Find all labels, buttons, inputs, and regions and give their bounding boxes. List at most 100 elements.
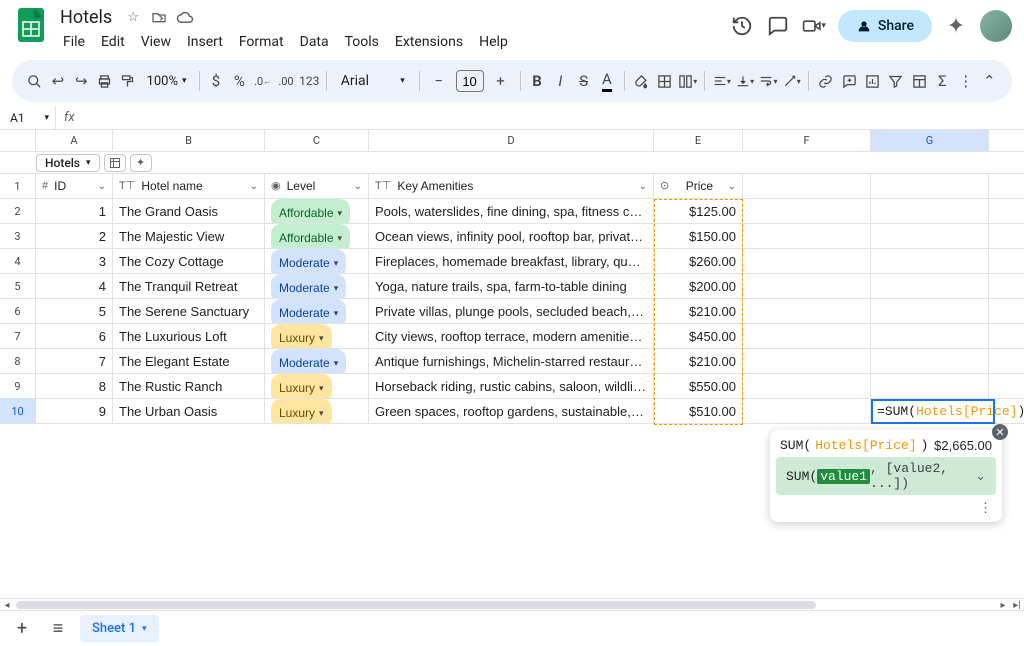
scroll-right-icon[interactable]: ▸: [996, 599, 1010, 611]
search-icon[interactable]: [24, 68, 45, 94]
cell[interactable]: [871, 249, 989, 273]
avatar[interactable]: [980, 10, 1012, 42]
more-icon[interactable]: ⋮: [955, 68, 976, 94]
menu-edit[interactable]: Edit: [94, 30, 132, 54]
merge-icon[interactable]: ▾: [677, 68, 698, 94]
cell-id[interactable]: 1: [36, 199, 113, 223]
filter-icon[interactable]: [885, 68, 906, 94]
cell-level[interactable]: Luxury ▾: [265, 324, 369, 348]
dec-increase-icon[interactable]: .00: [275, 68, 296, 94]
cell-id[interactable]: 5: [36, 299, 113, 323]
valign-icon[interactable]: ▾: [734, 68, 755, 94]
cell[interactable]: [743, 299, 871, 323]
cell-price[interactable]: $450.00: [654, 324, 743, 348]
gemini-icon[interactable]: ✦: [944, 14, 968, 38]
col-header-E[interactable]: E: [654, 130, 743, 151]
wrap-icon[interactable]: ▾: [758, 68, 779, 94]
all-sheets-icon[interactable]: ≡: [44, 615, 72, 643]
cell[interactable]: [743, 324, 871, 348]
rotate-icon[interactable]: ▾: [781, 68, 802, 94]
cell-amenities[interactable]: Pools, waterslides, fine dining, spa, fi…: [369, 199, 654, 223]
cell-name[interactable]: The Luxurious Loft: [113, 324, 265, 348]
header-id[interactable]: #ID⌄: [36, 174, 113, 198]
scroll-left-icon[interactable]: ◂: [0, 599, 14, 611]
cell-level[interactable]: Moderate ▾: [265, 249, 369, 273]
row-header[interactable]: 7: [0, 324, 36, 348]
cell-price[interactable]: $550.00: [654, 374, 743, 398]
move-icon[interactable]: [150, 8, 168, 26]
cell-level[interactable]: Moderate ▾: [265, 349, 369, 373]
row-header[interactable]: 10: [0, 399, 36, 423]
cell[interactable]: [871, 224, 989, 248]
cell-name[interactable]: The Serene Sanctuary: [113, 299, 265, 323]
add-sheet-icon[interactable]: +: [8, 615, 36, 643]
col-header-F[interactable]: F: [743, 130, 871, 151]
insert-comment-icon[interactable]: [839, 68, 860, 94]
paint-format-icon[interactable]: [117, 68, 138, 94]
cell-price[interactable]: $210.00: [654, 299, 743, 323]
cell-id[interactable]: 7: [36, 349, 113, 373]
row-header[interactable]: 4: [0, 249, 36, 273]
link-icon[interactable]: [815, 68, 836, 94]
doc-title[interactable]: Hotels: [56, 5, 116, 30]
cell[interactable]: [871, 374, 989, 398]
halign-icon[interactable]: ▾: [711, 68, 732, 94]
select-all-corner[interactable]: [0, 130, 36, 151]
cell-name[interactable]: The Urban Oasis: [113, 399, 265, 423]
chevron-down-icon[interactable]: ⌄: [975, 469, 986, 484]
menu-extensions[interactable]: Extensions: [388, 30, 470, 54]
sheet-tab[interactable]: Sheet 1▾: [80, 615, 159, 642]
cell-id[interactable]: 6: [36, 324, 113, 348]
col-header-C[interactable]: C: [265, 130, 369, 151]
header-price[interactable]: ⊙Price⌄: [654, 174, 743, 198]
font-inc-icon[interactable]: +: [488, 68, 514, 94]
cell[interactable]: [871, 174, 989, 198]
row-header[interactable]: 3: [0, 224, 36, 248]
menu-help[interactable]: Help: [472, 30, 515, 54]
undo-icon[interactable]: ↩: [47, 68, 68, 94]
cell-name[interactable]: The Majestic View: [113, 224, 265, 248]
cell[interactable]: [871, 324, 989, 348]
menu-format[interactable]: Format: [232, 30, 291, 54]
cell-id[interactable]: 9: [36, 399, 113, 423]
cell-name[interactable]: The Elegant Estate: [113, 349, 265, 373]
cell-level[interactable]: Luxury ▾: [265, 399, 369, 423]
fill-color-icon[interactable]: [630, 68, 651, 94]
cell-id[interactable]: 2: [36, 224, 113, 248]
close-icon[interactable]: ✕: [992, 424, 1008, 440]
cell-amenities[interactable]: Horseback riding, rustic cabins, saloon,…: [369, 374, 654, 398]
cell[interactable]: [871, 349, 989, 373]
cell[interactable]: [743, 249, 871, 273]
cell-name[interactable]: The Cozy Cottage: [113, 249, 265, 273]
cell[interactable]: [743, 199, 871, 223]
col-header-D[interactable]: D: [369, 130, 654, 151]
comment-icon[interactable]: [766, 14, 790, 38]
formula-cell[interactable]: =SUM(Hotels[Price]): [871, 399, 995, 424]
row-header[interactable]: 2: [0, 199, 36, 223]
star-icon[interactable]: ☆: [124, 8, 142, 26]
smart-chip-icon[interactable]: ✦: [130, 154, 152, 172]
cell-price[interactable]: $200.00: [654, 274, 743, 298]
col-header-A[interactable]: A: [36, 130, 113, 151]
cell-id[interactable]: 8: [36, 374, 113, 398]
name-box[interactable]: A1▾: [4, 106, 56, 129]
cell-amenities[interactable]: Antique furnishings, Michelin-starred re…: [369, 349, 654, 373]
strike-icon[interactable]: S: [573, 68, 594, 94]
cell[interactable]: [871, 199, 989, 223]
column-type-icon[interactable]: [104, 154, 126, 172]
col-header-B[interactable]: B: [113, 130, 265, 151]
cell-name[interactable]: The Tranquil Retreat: [113, 274, 265, 298]
font-size-input[interactable]: [456, 70, 484, 92]
header-level[interactable]: ◉Level⌄: [265, 174, 369, 198]
cell[interactable]: [871, 274, 989, 298]
header-name[interactable]: T⊤Hotel name⌄: [113, 174, 265, 198]
row-header[interactable]: 1: [0, 174, 36, 198]
dec-decrease-icon[interactable]: .0←: [252, 68, 273, 94]
cell-level[interactable]: Luxury ▾: [265, 374, 369, 398]
cell-price[interactable]: $260.00: [654, 249, 743, 273]
cell[interactable]: [743, 399, 871, 423]
text-color-icon[interactable]: A: [596, 68, 617, 94]
insert-chart-icon[interactable]: [862, 68, 883, 94]
cell-level[interactable]: Affordable ▾: [265, 224, 369, 248]
cell-level[interactable]: Moderate ▾: [265, 274, 369, 298]
